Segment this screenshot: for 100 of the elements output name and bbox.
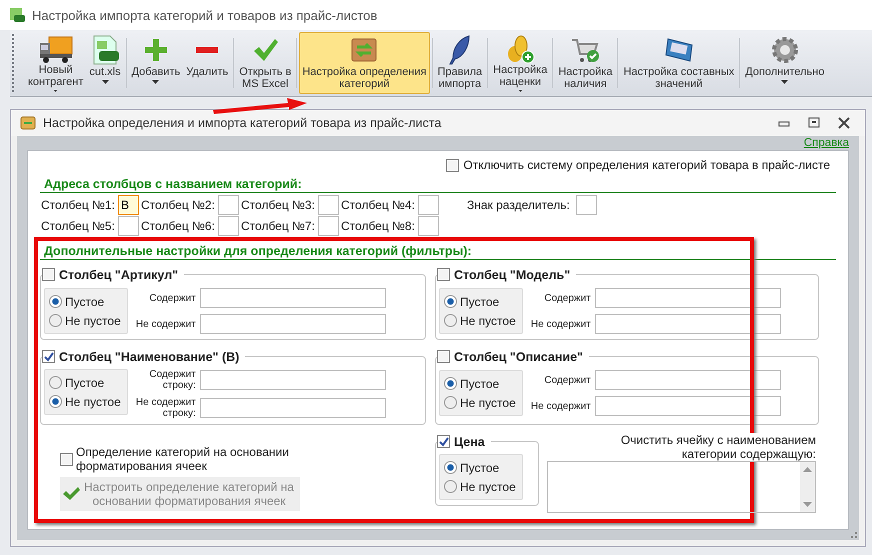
checkbox[interactable] <box>60 453 73 466</box>
checkbox[interactable] <box>437 350 450 363</box>
section-heading: Адреса столбцов с названием категорий: <box>40 177 836 193</box>
input-field[interactable] <box>594 288 781 308</box>
plus-icon <box>142 37 169 63</box>
scrollbar[interactable] <box>800 462 815 512</box>
field-label: Содержит <box>543 374 591 386</box>
checkbox-label: Отключить систему определения категорий товара в прайс-листе <box>463 158 830 172</box>
radio-label: Пустое <box>65 294 104 308</box>
arrow-icon <box>212 97 308 114</box>
input-field[interactable] <box>318 195 339 215</box>
field-label: Столбец №8: <box>341 219 415 233</box>
input-field[interactable] <box>594 314 781 334</box>
radio-button[interactable] <box>49 395 62 408</box>
field-label: Столбец №4: <box>341 198 415 212</box>
radio-label: Пустое <box>460 376 500 390</box>
checkbox[interactable] <box>437 435 450 448</box>
field-label: Столбец №5: <box>41 219 115 233</box>
checkbox[interactable] <box>437 268 450 281</box>
field-label: Содержит <box>543 292 591 304</box>
field-label: Столбец №7: <box>241 219 315 233</box>
input-field[interactable] <box>318 216 339 236</box>
radio-label: Не пустое <box>460 396 516 410</box>
input-field[interactable] <box>418 195 439 215</box>
group-title: Столбец "Наименование" (B) <box>59 350 240 364</box>
field-label: Столбец №1: <box>41 198 115 212</box>
field-label: Столбец №6: <box>141 219 215 233</box>
radio-button[interactable] <box>444 295 457 308</box>
toolbar-button[interactable]: Настройка наценки <box>490 32 550 94</box>
coins-icon <box>505 34 536 64</box>
group-title: Столбец "Артикул" <box>59 268 178 282</box>
tick-icon <box>438 436 448 446</box>
field-label: Столбец №2: <box>141 198 215 212</box>
radio-button[interactable] <box>444 314 457 327</box>
radio-button[interactable] <box>49 314 62 327</box>
window-title: Настройка импорта категорий и товаров из прайс-листов <box>32 8 378 22</box>
minus-icon <box>196 47 218 53</box>
radio-button[interactable] <box>49 376 62 389</box>
radio-label: Не пустое <box>65 394 121 408</box>
app-icon <box>8 6 26 24</box>
radio-label: Не пустое <box>460 314 516 328</box>
toolbar-button[interactable]: Правила импорта <box>434 32 486 94</box>
input-field[interactable] <box>200 398 386 418</box>
check-icon <box>62 487 80 501</box>
toolbar-button[interactable]: Настройка наличия <box>555 32 616 94</box>
input-field[interactable] <box>200 370 386 390</box>
section-heading: Дополнительные настройки для определения категорий (фильтры): <box>40 244 836 260</box>
checkbox[interactable] <box>446 158 460 172</box>
toolbar-button[interactable]: Открыть в MS Excel <box>236 32 294 94</box>
input-field[interactable] <box>594 370 781 390</box>
radio-label: Пустое <box>65 376 104 390</box>
checkbox[interactable] <box>42 350 55 363</box>
input-field[interactable] <box>218 216 239 236</box>
input-field[interactable] <box>576 195 597 215</box>
input-field[interactable] <box>418 216 439 236</box>
field-label: Знак разделитель: <box>467 198 570 212</box>
toolbar-button[interactable]: Добавить <box>128 32 184 94</box>
text-area[interactable] <box>547 461 816 513</box>
group-title: Цена <box>454 434 485 448</box>
toolbar-button[interactable]: Настройка составных значений <box>620 32 738 94</box>
radio-label: Пустое <box>460 460 500 474</box>
radio-label: Пустое <box>460 294 500 308</box>
radio-button[interactable] <box>444 377 457 390</box>
group-title: Столбец "Модель" <box>454 268 570 282</box>
checkbox-label: Определение категорий на основании форматирования ячеек <box>76 445 289 473</box>
field-label: Содержит строку: <box>148 369 196 391</box>
gear-icon <box>770 35 800 65</box>
radio-label: Не пустое <box>65 314 121 328</box>
resize-grip-icon <box>851 532 857 538</box>
scroll-down-icon <box>803 502 812 508</box>
radio-button[interactable] <box>444 480 457 493</box>
tick-icon <box>44 352 54 362</box>
toolbar-button[interactable]: Удалить <box>183 32 232 94</box>
close-icon <box>837 117 851 129</box>
toolbar-button[interactable]: cut.xls <box>86 32 124 94</box>
radio-button[interactable] <box>49 295 62 308</box>
radio-button[interactable] <box>444 396 457 409</box>
scroll-up-icon <box>803 466 812 472</box>
input-field[interactable] <box>218 195 239 215</box>
input-field[interactable] <box>118 216 139 236</box>
radio-label: Не пустое <box>460 480 516 494</box>
radio-button[interactable] <box>444 461 457 474</box>
toolbar-button[interactable]: Настройка определения категорий <box>299 32 430 94</box>
truck-icon <box>38 34 73 64</box>
group-title: Столбец "Описание" <box>454 350 583 364</box>
input-field[interactable] <box>200 288 386 308</box>
toolbar-button[interactable]: Новый контрагент <box>25 32 86 94</box>
field-label: Содержит <box>148 292 196 304</box>
check-icon <box>252 37 278 63</box>
maximize-icon <box>807 117 821 129</box>
toolbar-button[interactable]: Дополнительно <box>742 32 828 94</box>
field-label: Очистить ячейку с наименованием категории содержащую: <box>620 433 816 461</box>
field-label: Столбец №3: <box>241 198 315 212</box>
field-label: Не содержит <box>530 318 591 330</box>
input-field[interactable] <box>594 396 781 416</box>
input-field[interactable]: B <box>118 195 139 215</box>
field-label: Не содержит <box>530 400 591 412</box>
checkbox[interactable] <box>42 268 55 281</box>
field-label: Не содержит <box>136 318 196 330</box>
input-field[interactable] <box>200 314 386 334</box>
